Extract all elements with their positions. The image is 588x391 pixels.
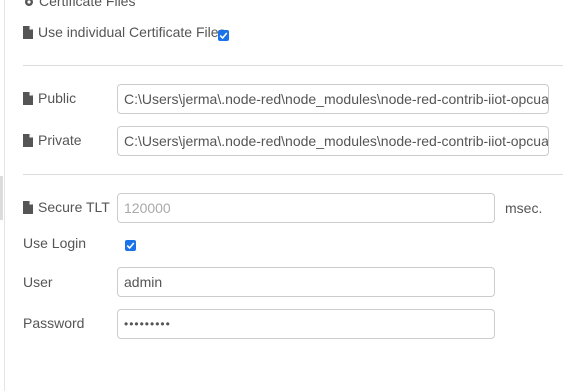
password-label: Password	[23, 315, 85, 331]
divider-middle	[23, 174, 563, 175]
public-cert-row: Public	[23, 90, 76, 106]
private-cert-input[interactable]: C:\Users\jerma\.node-red\node_modules\no…	[117, 126, 549, 156]
secure-tlt-unit: msec.	[505, 200, 543, 216]
user-input[interactable]: admin	[117, 267, 495, 297]
checkmark-icon	[219, 32, 228, 40]
use-individual-cert-label: Use individual Certificate Files	[23, 24, 226, 40]
checkmark-icon	[126, 242, 135, 250]
secure-tlt-input[interactable]: 120000	[117, 193, 495, 223]
public-cert-text: Public	[38, 90, 77, 106]
private-cert-row: Private	[23, 132, 82, 148]
password-row: Password	[23, 315, 84, 331]
resize-handle[interactable]	[0, 176, 3, 220]
file-icon	[23, 200, 33, 214]
user-label: User	[23, 274, 53, 290]
file-icon	[23, 25, 33, 39]
file-icon	[23, 91, 33, 105]
section-title: Certificate Files	[23, 0, 135, 9]
public-cert-input[interactable]: C:\Users\jerma\.node-red\node_modules\no…	[117, 84, 549, 114]
divider-top	[23, 65, 563, 66]
use-individual-cert-text: Use individual Certificate Files	[38, 24, 226, 40]
user-row: User	[23, 274, 53, 290]
file-icon	[23, 133, 33, 147]
password-input[interactable]: •••••••••	[117, 309, 495, 339]
secure-tlt-text: Secure TLT	[38, 199, 110, 215]
use-login-checkbox[interactable]	[125, 240, 136, 251]
public-cert-label: Public	[23, 90, 76, 106]
use-individual-cert-row: Use individual Certificate Files	[23, 24, 226, 40]
use-individual-cert-checkbox[interactable]	[218, 30, 229, 41]
section-title-label: Certificate Files	[39, 0, 136, 9]
panel-left-border	[4, 0, 5, 391]
secure-tlt-label: Secure TLT	[23, 199, 110, 215]
use-login-row: Use Login	[23, 235, 86, 251]
private-cert-label: Private	[23, 132, 82, 148]
use-login-text: Use Login	[23, 235, 87, 251]
secure-tlt-row: Secure TLT	[23, 199, 110, 215]
cog-icon	[23, 0, 35, 7]
certificate-settings-panel: Certificate Files Use individual Certifi…	[0, 0, 588, 391]
private-cert-text: Private	[38, 132, 82, 148]
